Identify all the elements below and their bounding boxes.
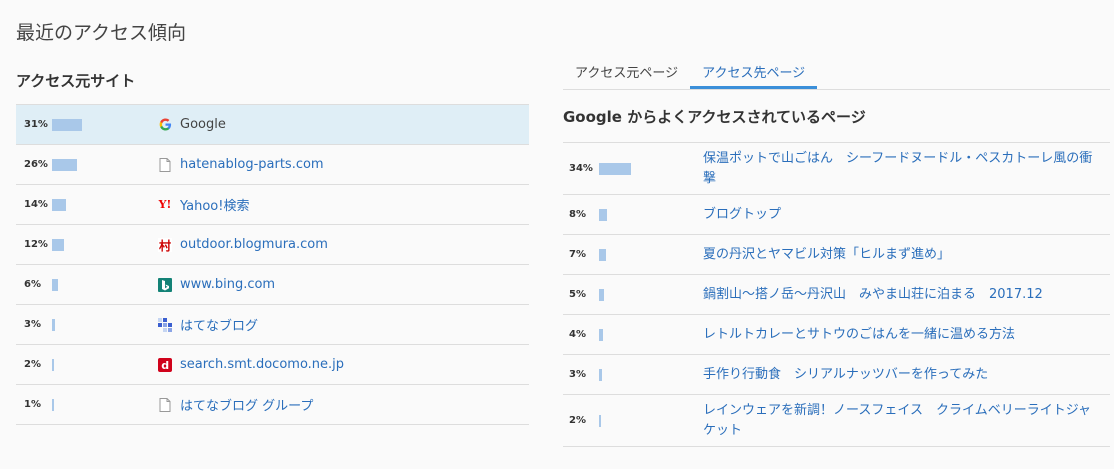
source-site-name[interactable]: search.smt.docomo.ne.jp xyxy=(180,357,344,372)
destination-bar-track xyxy=(599,368,703,381)
destination-bar-track xyxy=(599,248,703,261)
source-bar-track xyxy=(52,358,152,371)
docomo-icon: d xyxy=(158,357,172,372)
source-bar-track xyxy=(52,198,152,211)
destination-row[interactable]: 34% 保温ポットで山ごはん シーフードヌードル・ペスカトーレ風の衝撃 xyxy=(563,143,1110,195)
destination-percent: 4% xyxy=(569,329,586,340)
source-row[interactable]: 31% Google xyxy=(16,105,529,145)
destination-page-link[interactable]: ブログトップ xyxy=(703,205,1093,225)
source-row[interactable]: 14% Y! Yahoo!検索 xyxy=(16,185,529,225)
destination-page-link[interactable]: 保温ポットで山ごはん シーフードヌードル・ペスカトーレ風の衝撃 xyxy=(703,149,1093,189)
source-bar-track xyxy=(52,158,152,171)
source-percent: 14% xyxy=(24,199,48,210)
source-bar xyxy=(52,118,82,131)
source-row[interactable]: 1% はてなブログ グループ xyxy=(16,385,529,425)
destination-bar xyxy=(599,248,606,261)
destination-percent: 7% xyxy=(569,249,586,260)
svg-text:村: 村 xyxy=(159,238,171,252)
google-icon xyxy=(158,118,172,132)
destination-list: 34% 保温ポットで山ごはん シーフードヌードル・ペスカトーレ風の衝撃 8% ブログト… xyxy=(563,142,1110,447)
destination-row[interactable]: 5% 鍋割山～搭ノ岳～丹沢山 みやま山荘に泊まる 2017.12 xyxy=(563,275,1110,315)
destination-bar-track xyxy=(599,328,703,341)
source-percent: 31% xyxy=(24,119,48,130)
source-percent: 12% xyxy=(24,239,48,250)
source-bar xyxy=(52,278,58,291)
destination-page-link[interactable]: レトルトカレーとサトウのごはんを一緒に温める方法 xyxy=(703,325,1093,345)
access-destination-panel: アクセス元ページ アクセス先ページ Google からよくアクセスされているペー… xyxy=(563,62,1110,447)
destination-bar-track xyxy=(599,162,703,175)
access-source-sites-panel: アクセス元サイト 31% Google 26% hatenablog-parts.co… xyxy=(16,70,529,425)
source-bar xyxy=(52,358,54,371)
destination-bar-track xyxy=(599,414,703,427)
source-site-name[interactable]: www.bing.com xyxy=(180,277,275,292)
source-bar-track xyxy=(52,318,152,331)
destination-bar xyxy=(599,414,601,427)
destination-percent: 5% xyxy=(569,289,586,300)
source-bar xyxy=(52,318,55,331)
destination-bar xyxy=(599,208,607,221)
destination-bar-track xyxy=(599,288,703,301)
destination-percent: 34% xyxy=(569,163,593,174)
destination-section-title: Google からよくアクセスされているページ xyxy=(563,108,866,126)
destination-bar xyxy=(599,328,603,341)
tab-source-pages[interactable]: アクセス元ページ xyxy=(563,62,690,89)
source-site-name[interactable]: outdoor.blogmura.com xyxy=(180,237,328,252)
source-site-name: Google xyxy=(180,117,226,132)
source-site-name[interactable]: はてなブログ xyxy=(180,315,258,334)
source-bar xyxy=(52,238,64,251)
source-bar-track xyxy=(52,278,152,291)
destination-bar-track xyxy=(599,208,703,221)
source-bar xyxy=(52,198,66,211)
destination-page-link[interactable]: 鍋割山～搭ノ岳～丹沢山 みやま山荘に泊まる 2017.12 xyxy=(703,285,1093,305)
source-percent: 26% xyxy=(24,159,48,170)
destination-row[interactable]: 3% 手作り行動食 シリアルナッツバーを作ってみた xyxy=(563,355,1110,395)
source-row[interactable]: 12% 村 outdoor.blogmura.com xyxy=(16,225,529,265)
yahoo-icon: Y! xyxy=(158,198,172,211)
destination-bar xyxy=(599,368,602,381)
destination-percent: 3% xyxy=(569,369,586,380)
source-percent: 1% xyxy=(24,399,41,410)
document-icon xyxy=(158,157,172,172)
source-bar-track xyxy=(52,398,152,411)
source-percent: 2% xyxy=(24,359,41,370)
source-percent: 6% xyxy=(24,279,41,290)
bing-icon xyxy=(158,277,172,292)
tab-destination-pages[interactable]: アクセス先ページ xyxy=(690,62,818,89)
page-title: 最近のアクセス傾向 xyxy=(16,22,187,44)
source-row[interactable]: 3% はてなブログ xyxy=(16,305,529,345)
source-bar-track xyxy=(52,238,152,251)
source-row[interactable]: 2% d search.smt.docomo.ne.jp xyxy=(16,345,529,385)
destination-row[interactable]: 8% ブログトップ xyxy=(563,195,1110,235)
source-bar xyxy=(52,398,54,411)
source-list: 31% Google 26% hatenablog-parts.com 14% Y! Yah… xyxy=(16,104,529,425)
destination-percent: 8% xyxy=(569,209,586,220)
destination-row[interactable]: 7% 夏の丹沢とヤマビル対策「ヒルまず進め」 xyxy=(563,235,1110,275)
hatena-icon xyxy=(158,317,172,332)
destination-page-link[interactable]: レインウェアを新調！ノースフェイス クライムベリーライトジャケット xyxy=(703,401,1093,441)
source-bar-track xyxy=(52,118,152,131)
destination-row[interactable]: 2% レインウェアを新調！ノースフェイス クライムベリーライトジャケット xyxy=(563,395,1110,447)
source-bar xyxy=(52,158,77,171)
access-source-sites-title: アクセス元サイト xyxy=(16,72,136,90)
destination-bar xyxy=(599,162,631,175)
source-site-name[interactable]: Yahoo!検索 xyxy=(180,195,249,214)
source-row[interactable]: 26% hatenablog-parts.com xyxy=(16,145,529,185)
source-percent: 3% xyxy=(24,319,41,330)
source-site-name[interactable]: hatenablog-parts.com xyxy=(180,157,324,172)
destination-row[interactable]: 4% レトルトカレーとサトウのごはんを一緒に温める方法 xyxy=(563,315,1110,355)
destination-page-link[interactable]: 夏の丹沢とヤマビル対策「ヒルまず進め」 xyxy=(703,245,1093,265)
destination-page-link[interactable]: 手作り行動食 シリアルナッツバーを作ってみた xyxy=(703,365,1093,385)
destination-percent: 2% xyxy=(569,415,586,426)
svg-text:d: d xyxy=(161,359,169,372)
source-site-name[interactable]: はてなブログ グループ xyxy=(180,395,313,414)
blogmura-icon: 村 xyxy=(158,237,172,252)
document-icon xyxy=(158,397,172,412)
source-row[interactable]: 6% www.bing.com xyxy=(16,265,529,305)
tab-bar: アクセス元ページ アクセス先ページ xyxy=(563,62,1110,90)
destination-bar xyxy=(599,288,604,301)
